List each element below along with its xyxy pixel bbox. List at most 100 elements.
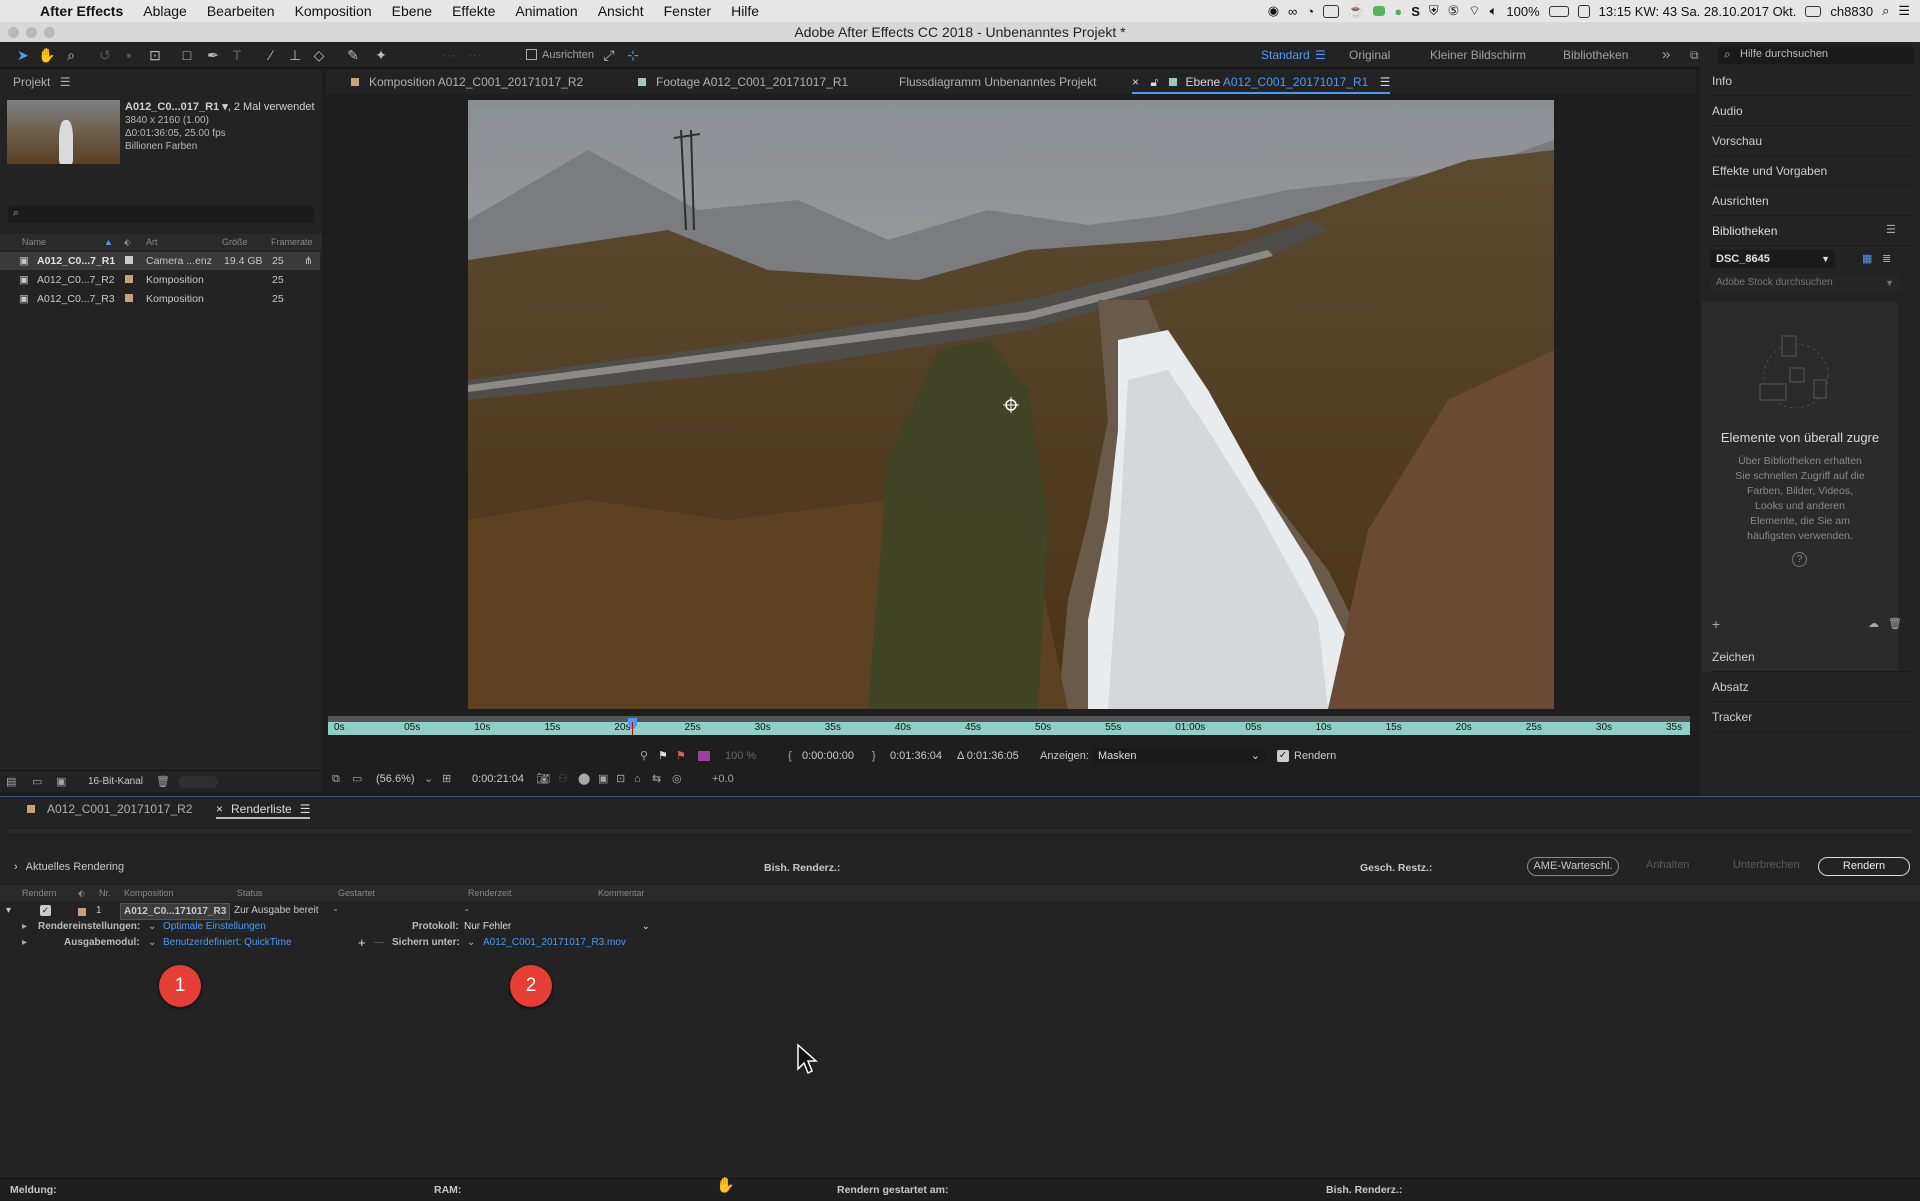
snap-target-icon[interactable]: ⊹: [624, 46, 642, 64]
column-comment[interactable]: Kommentar: [598, 885, 645, 901]
thumbnail-slider[interactable]: [178, 776, 218, 788]
panel-audio[interactable]: Audio: [1712, 96, 1912, 126]
chevron-down-icon[interactable]: ⌄: [424, 768, 433, 790]
monitor-icon[interactable]: ▭: [352, 768, 362, 790]
project-row[interactable]: ▣ A012_C0...7_R1 Camera ...enz 19.4 GB 2…: [0, 252, 320, 270]
user-name[interactable]: ch8830: [1830, 4, 1873, 19]
axis-world-icon[interactable]: ⋯: [466, 46, 484, 64]
column-started[interactable]: Gestartet: [338, 885, 375, 901]
rectangle-tool-icon[interactable]: □: [178, 46, 196, 64]
set-out-icon[interactable]: }: [872, 746, 876, 766]
show-snapshot-icon[interactable]: ⚇: [558, 768, 568, 790]
panel-menu-icon[interactable]: ☰: [1380, 75, 1391, 89]
column-number[interactable]: Nr.: [99, 885, 111, 901]
always-preview-icon[interactable]: ⧉: [332, 768, 340, 790]
coffee-icon[interactable]: ☕: [1348, 3, 1364, 19]
rotate-tool-icon[interactable]: ↺: [96, 46, 114, 64]
remove-output-module-icon[interactable]: —: [374, 935, 384, 950]
add-icon[interactable]: +: [1712, 616, 1720, 632]
airplay-icon[interactable]: [1805, 5, 1822, 17]
channels-icon[interactable]: ⬤: [578, 768, 590, 790]
current-rendering[interactable]: › Aktuelles Rendering: [14, 861, 124, 873]
label-column-icon[interactable]: ⬖: [78, 885, 85, 901]
ripple-icon[interactable]: ⚲: [640, 746, 648, 766]
shield-icon[interactable]: ⛨: [1429, 3, 1439, 19]
volume-icon[interactable]: 🔈︎: [1490, 3, 1498, 19]
new-composition-icon[interactable]: ▣: [56, 775, 66, 788]
close-tab-icon[interactable]: ×: [216, 802, 223, 816]
pause-button[interactable]: Anhalten: [1646, 859, 1689, 871]
in-timecode[interactable]: 0:00:00:00: [802, 746, 854, 766]
menu-bearbeiten[interactable]: Bearbeiten: [197, 3, 285, 19]
snapshot-icon[interactable]: 📷︎: [536, 768, 550, 790]
menu-komposition[interactable]: Komposition: [285, 3, 382, 19]
panel-paragraph[interactable]: Absatz: [1712, 672, 1912, 702]
clock[interactable]: 13:15 KW: 43 Sa. 28.10.2017 Okt.: [1599, 4, 1797, 19]
more-workspaces-icon[interactable]: »: [1662, 42, 1670, 68]
tab-footage-r1[interactable]: Footage A012_C001_20171017_R1: [638, 70, 848, 94]
puppet-tool-icon[interactable]: ✦: [372, 46, 390, 64]
menu-ansicht[interactable]: Ansicht: [588, 3, 654, 19]
battery-percent[interactable]: 100%: [1506, 4, 1539, 19]
tab-layer-r1[interactable]: × 🔓︎ Ebene A012_C001_20171017_R1 ☰: [1132, 70, 1391, 94]
menu-hilfe[interactable]: Hilfe: [721, 3, 769, 19]
hand-tool-icon[interactable]: ✋: [38, 46, 56, 64]
status-dot-icon[interactable]: ●: [1394, 4, 1402, 19]
workspace-menu-icon[interactable]: ☰: [1315, 42, 1326, 68]
column-status[interactable]: Status: [237, 885, 263, 901]
color-label-icon[interactable]: [698, 751, 710, 761]
battery-app-icon[interactable]: [1373, 6, 1386, 16]
close-window-icon[interactable]: [8, 27, 19, 38]
column-render[interactable]: Rendern: [22, 885, 57, 901]
panel-tracker[interactable]: Tracker: [1712, 702, 1912, 732]
workspace-small-screen[interactable]: Kleiner Bildschirm: [1430, 42, 1526, 68]
workspace-layout-icon[interactable]: ⧉: [1690, 42, 1699, 68]
menu-effekte[interactable]: Effekte: [442, 3, 505, 19]
selection-tool-icon[interactable]: ➤: [14, 46, 32, 64]
creative-cloud-icon[interactable]: ☁: [1868, 617, 1879, 630]
log-select[interactable]: Nur Fehler ⌄: [464, 919, 652, 934]
lock-icon[interactable]: 🔓︎: [1150, 75, 1158, 89]
minimize-window-icon[interactable]: [26, 27, 37, 38]
disclosure-triangle-icon[interactable]: ▸: [22, 935, 27, 950]
render-item-checkbox[interactable]: ✓: [40, 905, 51, 916]
reset-exposure-icon[interactable]: ◎: [672, 768, 682, 790]
trash-icon[interactable]: 🗑︎: [156, 775, 170, 788]
sort-ascending-icon[interactable]: ▲: [104, 234, 113, 250]
region-of-interest-icon[interactable]: ▣: [598, 768, 608, 790]
tab-timeline-r2[interactable]: A012_C001_20171017_R2: [27, 797, 192, 821]
library-select[interactable]: DSC_8645 ▼: [1710, 250, 1835, 268]
pen-tool-icon[interactable]: ✒: [204, 46, 222, 64]
render-checkbox[interactable]: ✓: [1277, 750, 1289, 762]
out-timecode[interactable]: 0:01:36:04: [890, 746, 942, 766]
disclosure-triangle-icon[interactable]: ▸: [22, 919, 27, 934]
panel-menu-icon[interactable]: ☰: [1886, 223, 1896, 236]
accessibility-icon[interactable]: ◉: [1268, 3, 1279, 19]
stop-button[interactable]: Unterbrechen: [1733, 859, 1800, 871]
help-icon[interactable]: ?: [1792, 552, 1807, 567]
axis-local-icon[interactable]: ⋯: [440, 46, 458, 64]
trash-icon[interactable]: 🗑︎: [1888, 617, 1902, 630]
current-time[interactable]: 0:00:21:04: [472, 768, 524, 790]
safe-zones-icon[interactable]: ⊞: [442, 768, 451, 790]
tab-render-queue[interactable]: × Renderliste ☰: [216, 797, 311, 819]
menu-ablage[interactable]: Ablage: [133, 3, 197, 19]
camera-tool-icon[interactable]: ▪: [120, 46, 138, 64]
label-column-icon[interactable]: ⬖: [124, 234, 131, 250]
battery-icon[interactable]: [1548, 5, 1569, 17]
snap-option-icon[interactable]: ⤢: [600, 46, 618, 64]
panel-character[interactable]: Zeichen: [1712, 642, 1912, 672]
time-ruler[interactable]: 0s 05s 10s 15s 20s 25s 30s 35s 40s 45s 50s 55s 01:00…: [328, 722, 1690, 735]
out-point-icon[interactable]: ⚑: [676, 746, 686, 766]
workspace-standard[interactable]: Standard: [1261, 42, 1310, 68]
creative-cloud-icon[interactable]: ∞: [1288, 4, 1297, 19]
add-output-module-icon[interactable]: +: [358, 935, 366, 950]
column-framerate[interactable]: Framerate: [271, 234, 313, 250]
panel-libraries[interactable]: Bibliotheken: [1712, 216, 1912, 246]
panel-menu-icon[interactable]: ☰: [60, 75, 71, 89]
view-select[interactable]: Masken ⌄: [1092, 748, 1266, 764]
column-size[interactable]: Größe: [222, 234, 248, 250]
workspace-libraries[interactable]: Bibliotheken: [1563, 42, 1628, 68]
calendar-icon[interactable]: [1577, 4, 1590, 18]
render-settings-link[interactable]: Optimale Einstellungen: [163, 919, 266, 934]
